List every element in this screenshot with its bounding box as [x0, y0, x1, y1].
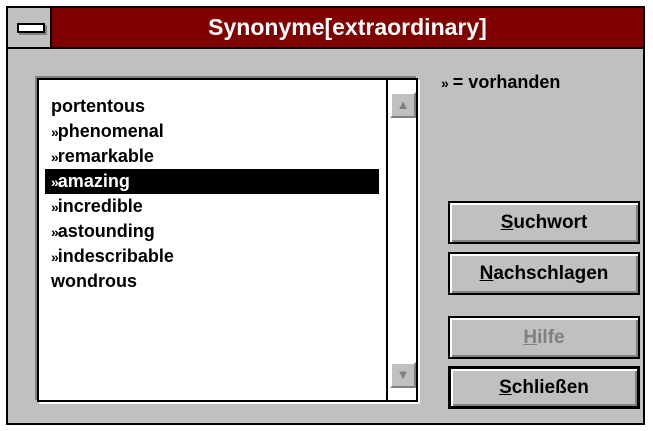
item-label: remarkable: [57, 146, 154, 166]
synonym-list[interactable]: portentous »phenomenal »remarkable »amaz…: [37, 78, 418, 402]
list-item[interactable]: »indescribable: [45, 244, 379, 269]
marker-icon: »: [51, 174, 59, 190]
scroll-up-button[interactable]: ▲: [390, 92, 416, 118]
schliessen-button[interactable]: Schließen: [448, 366, 640, 409]
arrow-down-icon: ▼: [396, 367, 410, 382]
button-label: achschlagen: [493, 263, 609, 284]
nachschlagen-button[interactable]: Nachschlagen: [448, 252, 640, 295]
item-label: amazing: [57, 171, 130, 191]
item-label: phenomenal: [57, 121, 164, 141]
button-label: uchwort: [513, 212, 588, 233]
arrow-up-icon: ▲: [396, 97, 410, 112]
list-item[interactable]: wondrous: [45, 269, 379, 294]
button-label: chließen: [511, 377, 589, 398]
item-label: portentous: [51, 96, 145, 116]
marker-icon: »: [51, 124, 59, 140]
marker-icon: »: [51, 199, 59, 215]
button-label: ilfe: [537, 327, 565, 348]
hilfe-button[interactable]: Hilfe: [448, 316, 640, 359]
list-item[interactable]: portentous: [45, 94, 379, 119]
list-item-selected[interactable]: »amazing: [45, 169, 379, 194]
synonym-items: portentous »phenomenal »remarkable »amaz…: [45, 94, 379, 294]
window-title: Synonyme[extraordinary]: [208, 14, 487, 40]
legend: » = vorhanden: [441, 72, 560, 93]
marker-icon: »: [51, 149, 59, 165]
item-label: wondrous: [51, 271, 137, 291]
list-item[interactable]: »remarkable: [45, 144, 379, 169]
title-bar: Synonyme[extraordinary]: [8, 8, 643, 49]
synonyms-dialog: Synonyme[extraordinary] » = vorhanden po…: [6, 6, 645, 425]
item-label: indescribable: [57, 246, 174, 266]
accelerator-key: N: [479, 263, 494, 284]
marker-icon: »: [51, 249, 59, 265]
accelerator-key: S: [500, 212, 514, 233]
marker-icon: »: [51, 224, 59, 240]
legend-text: = vorhanden: [447, 72, 561, 92]
vertical-scrollbar[interactable]: ▲ ▼: [386, 80, 416, 400]
accelerator-key: H: [523, 327, 538, 348]
marker-icon: »: [441, 75, 449, 91]
item-label: incredible: [57, 196, 143, 216]
system-menu-button[interactable]: [8, 8, 52, 47]
list-item[interactable]: »astounding: [45, 219, 379, 244]
item-label: astounding: [57, 221, 155, 241]
list-item[interactable]: »incredible: [45, 194, 379, 219]
accelerator-key: S: [499, 377, 512, 398]
system-menu-icon: [17, 23, 45, 33]
list-item[interactable]: »phenomenal: [45, 119, 379, 144]
suchwort-button[interactable]: Suchwort: [448, 201, 640, 244]
scroll-down-button[interactable]: ▼: [390, 362, 416, 388]
